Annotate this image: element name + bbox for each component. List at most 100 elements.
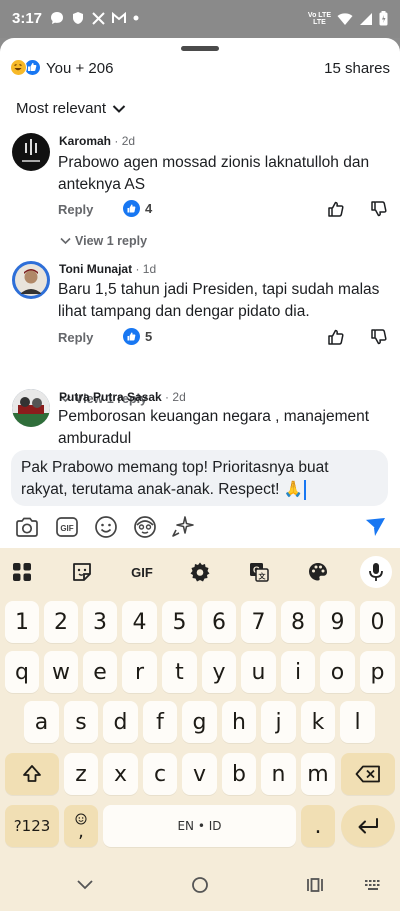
gmail-icon xyxy=(112,12,126,23)
key-w[interactable]: w xyxy=(44,651,78,693)
key-1[interactable]: 1 xyxy=(5,601,39,643)
shift-key[interactable] xyxy=(5,753,59,795)
view-replies-button[interactable]: View 1 reply xyxy=(60,234,147,248)
key-q[interactable]: q xyxy=(5,651,39,693)
thumbs-down-icon[interactable] xyxy=(370,200,388,218)
keyboard-switch-icon[interactable] xyxy=(362,874,384,896)
key-l[interactable]: l xyxy=(340,701,375,743)
key-t[interactable]: t xyxy=(162,651,197,693)
thumbs-down-icon[interactable] xyxy=(370,328,388,346)
key-9[interactable]: 9 xyxy=(320,601,355,643)
sort-label: Most relevant xyxy=(16,100,107,117)
sort-dropdown[interactable]: Most relevant xyxy=(16,100,126,117)
svg-text:GIF: GIF xyxy=(60,524,73,533)
settings-icon[interactable] xyxy=(188,560,212,584)
drag-handle[interactable] xyxy=(181,46,219,51)
key-j[interactable]: j xyxy=(261,701,296,743)
key-y[interactable]: y xyxy=(202,651,236,693)
key-4[interactable]: 4 xyxy=(122,601,157,643)
soft-keyboard: GIF G文 1 2 3 4 5 6 7 8 9 0 q w e r t y u… xyxy=(0,548,400,858)
key-8[interactable]: 8 xyxy=(281,601,315,643)
key-z[interactable]: z xyxy=(64,753,98,795)
reply-button[interactable]: Reply xyxy=(58,202,93,217)
key-d[interactable]: d xyxy=(103,701,138,743)
key-c[interactable]: c xyxy=(143,753,177,795)
shares-count[interactable]: 15 shares xyxy=(324,60,390,77)
comment-input[interactable]: Pak Prabowo memang top! Prioritasnya bua… xyxy=(11,450,388,506)
home-circle-icon[interactable] xyxy=(189,874,211,896)
key-v[interactable]: v xyxy=(182,753,217,795)
recents-icon[interactable] xyxy=(304,874,326,896)
comment-author[interactable]: Putra Putra Sasak · 2d xyxy=(59,390,186,404)
mic-icon[interactable] xyxy=(360,556,392,588)
like-icon xyxy=(123,200,140,217)
chat-bubble-icon xyxy=(51,12,63,24)
avatar[interactable] xyxy=(12,133,50,171)
chevron-down-icon xyxy=(60,237,71,245)
key-h[interactable]: h xyxy=(222,701,256,743)
key-s[interactable]: s xyxy=(64,701,98,743)
emoji-comma-key[interactable]: , xyxy=(64,805,98,847)
key-6[interactable]: 6 xyxy=(202,601,236,643)
comment-author[interactable]: Toni Munajat · 1d xyxy=(59,262,156,276)
camera-icon[interactable] xyxy=(14,514,40,540)
sparkle-icon[interactable] xyxy=(170,514,196,540)
volte-icon: Vo LTE LTE xyxy=(307,11,331,26)
like-count: 5 xyxy=(123,328,152,345)
key-f[interactable]: f xyxy=(143,701,177,743)
comment-item: Toni Munajat · 1d Baru 1,5 tahun jadi Pr… xyxy=(0,258,400,406)
key-x[interactable]: x xyxy=(103,753,138,795)
backspace-key[interactable] xyxy=(341,753,395,795)
translate-icon[interactable]: G文 xyxy=(247,560,271,584)
sticker-icon[interactable] xyxy=(70,560,94,584)
thumbs-up-icon[interactable] xyxy=(327,200,345,218)
key-u[interactable]: u xyxy=(241,651,276,693)
key-b[interactable]: b xyxy=(222,753,256,795)
like-count: 4 xyxy=(123,200,152,217)
battery-icon xyxy=(379,11,388,26)
palette-icon[interactable] xyxy=(306,560,330,584)
key-0[interactable]: 0 xyxy=(360,601,395,643)
key-a[interactable]: a xyxy=(24,701,59,743)
key-p[interactable]: p xyxy=(360,651,395,693)
enter-key[interactable] xyxy=(341,805,395,847)
key-g[interactable]: g xyxy=(182,701,217,743)
avatar[interactable] xyxy=(12,261,50,299)
key-n[interactable]: n xyxy=(261,753,296,795)
apps-grid-icon[interactable] xyxy=(10,560,34,584)
key-m[interactable]: m xyxy=(301,753,335,795)
key-o[interactable]: o xyxy=(320,651,355,693)
avatar[interactable] xyxy=(12,389,50,427)
reactions-summary[interactable]: You + 206 15 shares xyxy=(10,58,390,78)
comment-actions: Reply 4 xyxy=(58,200,388,220)
reply-button[interactable]: Reply xyxy=(58,330,93,345)
key-7[interactable]: 7 xyxy=(241,601,276,643)
thumbs-up-icon[interactable] xyxy=(327,328,345,346)
emoji-icon[interactable] xyxy=(93,514,119,540)
like-icon xyxy=(123,328,140,345)
backspace-icon xyxy=(355,765,380,783)
key-3[interactable]: 3 xyxy=(83,601,117,643)
key-i[interactable]: i xyxy=(281,651,315,693)
key-e[interactable]: e xyxy=(83,651,117,693)
gif-icon[interactable]: GIF xyxy=(54,514,80,540)
status-bar: 3:17 Vo LTE LTE xyxy=(0,0,400,38)
period-key[interactable]: . xyxy=(301,805,335,847)
key-5[interactable]: 5 xyxy=(162,601,197,643)
space-bar[interactable]: EN • ID xyxy=(103,805,296,847)
gif-button[interactable]: GIF xyxy=(128,560,156,584)
comment-text: Baru 1,5 tahun jadi Presiden, tapi sudah… xyxy=(58,281,380,320)
send-icon[interactable] xyxy=(362,514,388,540)
key-r[interactable]: r xyxy=(122,651,157,693)
comment-time: 2d xyxy=(121,134,136,148)
avatar-sticker-icon[interactable] xyxy=(132,514,158,540)
x-logo-icon xyxy=(92,11,105,25)
chevron-down-icon xyxy=(112,104,126,113)
key-2[interactable]: 2 xyxy=(44,601,78,643)
symbols-key[interactable]: ?123 xyxy=(5,805,59,847)
comment-author[interactable]: Karomah · 2d xyxy=(59,134,135,148)
laugh-emoji-icon xyxy=(10,59,27,76)
reaction-icons xyxy=(10,59,44,77)
key-k[interactable]: k xyxy=(301,701,335,743)
back-chevron-icon[interactable] xyxy=(74,874,96,896)
